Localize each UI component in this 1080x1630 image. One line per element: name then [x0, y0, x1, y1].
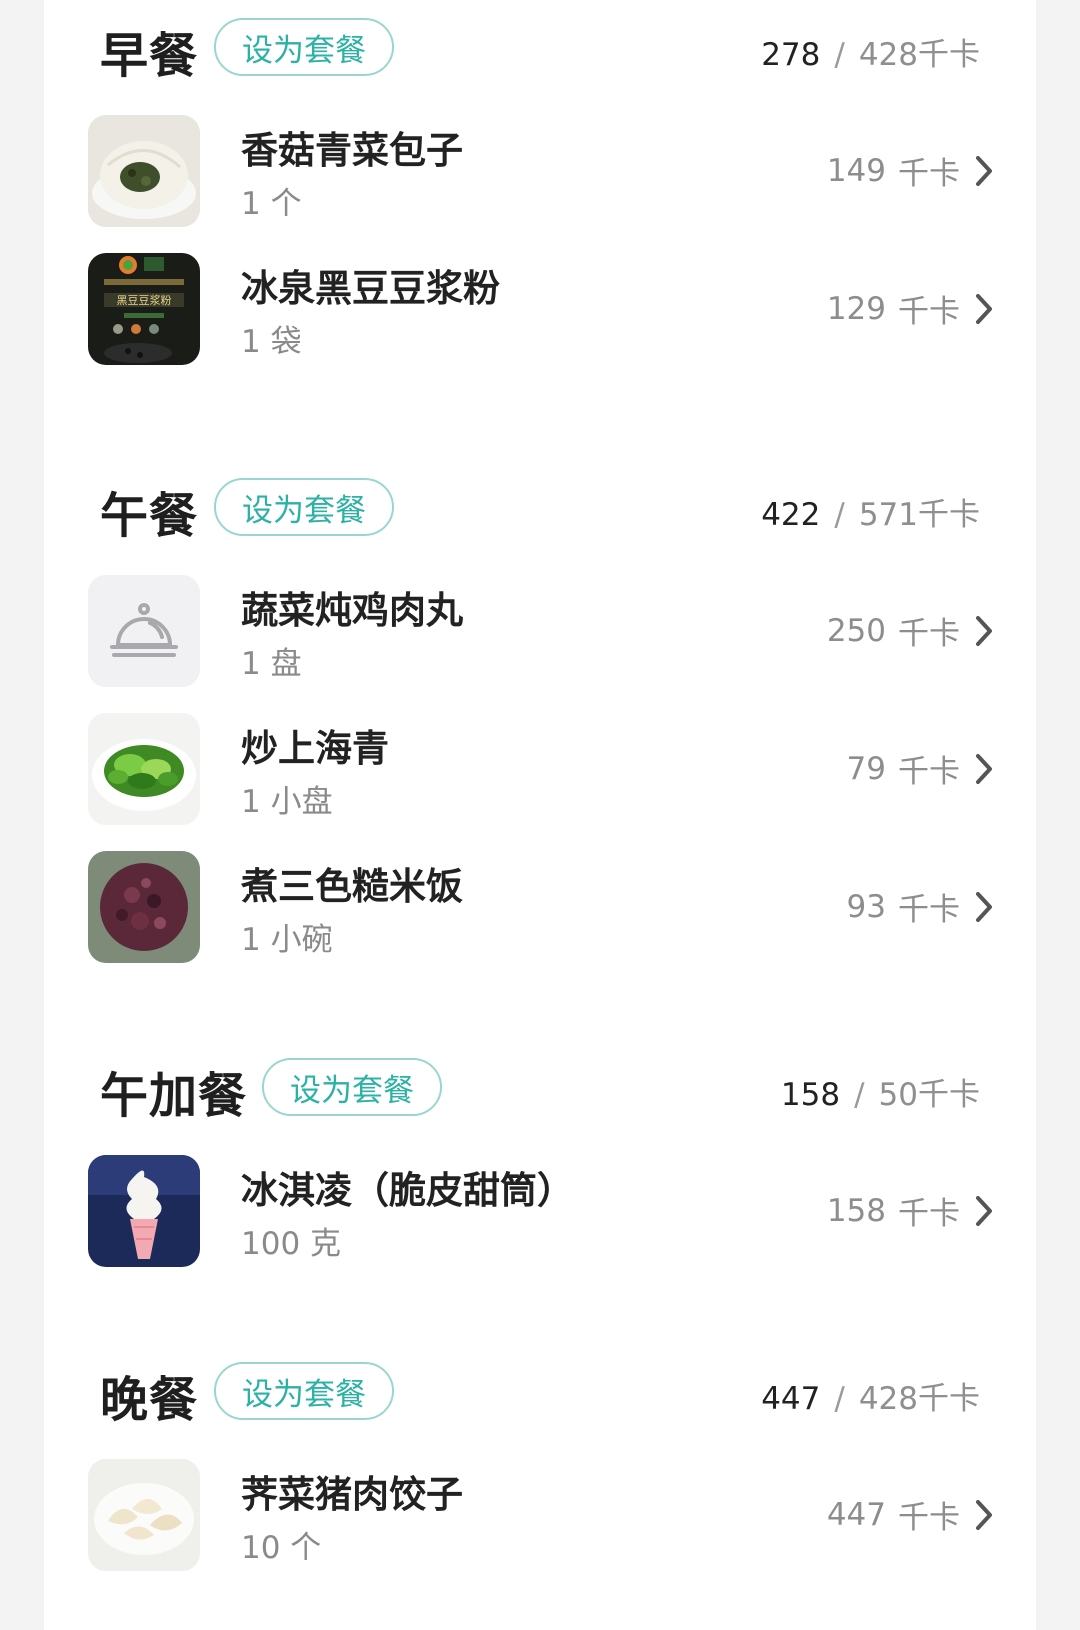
dumplings-photo — [88, 1459, 200, 1571]
meal-calorie-summary: 158/50千卡 — [780, 1077, 980, 1113]
food-name: 煮三色糙米饭 — [241, 865, 463, 908]
svg-text:黑豆豆浆粉: 黑豆豆浆粉 — [117, 293, 172, 307]
meal-calorie-summary: 447/428千卡 — [761, 1381, 980, 1417]
eaten-calories: 278 — [761, 37, 821, 73]
meal-header: 晚餐 设为套餐 447/428千卡 — [44, 1344, 1036, 1440]
food-quantity: 1 袋 — [241, 324, 302, 360]
meal-breakfast: 早餐 设为套餐 278/428千卡 香菇青菜包子 1 个 149 千卡 黑豆豆浆… — [44, 0, 1036, 420]
food-item[interactable]: 蔬菜炖鸡肉丸 1 盘 250 千卡 — [44, 554, 1036, 692]
chevron-right-icon — [976, 1499, 992, 1530]
target-calories: 428千卡 — [858, 1381, 980, 1417]
food-item[interactable]: 荠菜猪肉饺子 10 个 447 千卡 — [44, 1438, 1036, 1576]
chevron-right-icon — [976, 753, 992, 784]
food-item[interactable]: 香菇青菜包子 1 个 149 千卡 — [44, 94, 1036, 232]
meal-title: 早餐 — [100, 28, 199, 84]
chevron-right-icon — [976, 293, 992, 324]
meal-dinner: 晚餐 设为套餐 447/428千卡 荠菜猪肉饺子 10 个 447 千卡 — [44, 1344, 1036, 1630]
food-calories: 93 千卡 — [847, 884, 994, 929]
food-name: 香菇青菜包子 — [241, 129, 463, 172]
food-name: 荠菜猪肉饺子 — [241, 1473, 463, 1516]
target-calories: 428千卡 — [858, 37, 980, 73]
meal-header: 午加餐 设为套餐 158/50千卡 — [44, 1040, 1036, 1136]
eaten-calories: 447 — [761, 1381, 821, 1417]
food-item[interactable]: 黑豆豆浆粉 冰泉黑豆豆浆粉 1 袋 129 千卡 — [44, 232, 1036, 370]
chevron-right-icon — [976, 1195, 992, 1226]
food-name: 冰泉黑豆豆浆粉 — [241, 267, 500, 310]
food-quantity: 1 小盘 — [241, 784, 333, 820]
food-name: 蔬菜炖鸡肉丸 — [241, 589, 463, 632]
food-quantity: 10 个 — [241, 1530, 322, 1566]
food-item[interactable]: 煮三色糙米饭 1 小碗 93 千卡 — [44, 830, 1036, 968]
meal-header: 早餐 设为套餐 278/428千卡 — [44, 0, 1036, 96]
food-quantity: 1 个 — [241, 186, 302, 222]
meal-title: 午餐 — [100, 488, 199, 544]
meal-title: 午加餐 — [100, 1068, 248, 1124]
food-calories: 129 千卡 — [827, 286, 994, 331]
food-item[interactable]: 冰淇凌（脆皮甜筒） 100 克 158 千卡 — [44, 1134, 1036, 1272]
food-calories: 79 千卡 — [847, 746, 994, 791]
eaten-calories: 422 — [761, 497, 821, 533]
meal-calorie-summary: 278/428千卡 — [761, 37, 980, 73]
greens-photo — [88, 713, 200, 825]
set-as-combo-button[interactable]: 设为套餐 — [214, 478, 394, 536]
meal-afternoon-snack: 午加餐 设为套餐 158/50千卡 冰淇凌（脆皮甜筒） 100 克 158 千卡 — [44, 1040, 1036, 1300]
meal-header: 午餐 设为套餐 422/571千卡 — [44, 460, 1036, 556]
eaten-calories: 158 — [780, 1077, 841, 1113]
meal-calorie-summary: 422/571千卡 — [761, 497, 980, 533]
food-cloche-icon — [88, 575, 200, 687]
food-calories: 447 千卡 — [827, 1492, 994, 1537]
food-quantity: 1 小碗 — [241, 922, 333, 958]
diary-card: 早餐 设为套餐 278/428千卡 香菇青菜包子 1 个 149 千卡 黑豆豆浆… — [44, 0, 1036, 1630]
chevron-right-icon — [976, 891, 992, 922]
food-calories: 158 千卡 — [827, 1188, 994, 1233]
set-as-combo-button[interactable]: 设为套餐 — [262, 1058, 442, 1116]
meal-title: 晚餐 — [100, 1372, 199, 1428]
target-calories: 50千卡 — [878, 1077, 980, 1113]
bun-photo — [88, 115, 200, 227]
set-as-combo-button[interactable]: 设为套餐 — [214, 18, 394, 76]
soy-milk-package-photo: 黑豆豆浆粉 — [88, 253, 200, 365]
food-quantity: 1 盘 — [241, 646, 302, 682]
meal-lunch: 午餐 设为套餐 422/571千卡 蔬菜炖鸡肉丸 1 盘 250 千卡 炒上海青… — [44, 460, 1036, 1020]
food-quantity: 100 克 — [241, 1226, 342, 1262]
food-name: 炒上海青 — [241, 727, 389, 770]
food-name: 冰淇凌（脆皮甜筒） — [241, 1169, 574, 1212]
target-calories: 571千卡 — [858, 497, 980, 533]
rice-photo — [88, 851, 200, 963]
food-calories: 250 千卡 — [827, 608, 994, 653]
ice-cream-photo — [88, 1155, 200, 1267]
chevron-right-icon — [976, 155, 992, 186]
set-as-combo-button[interactable]: 设为套餐 — [214, 1362, 394, 1420]
food-item[interactable]: 炒上海青 1 小盘 79 千卡 — [44, 692, 1036, 830]
food-calories: 149 千卡 — [827, 148, 994, 193]
chevron-right-icon — [976, 615, 992, 646]
